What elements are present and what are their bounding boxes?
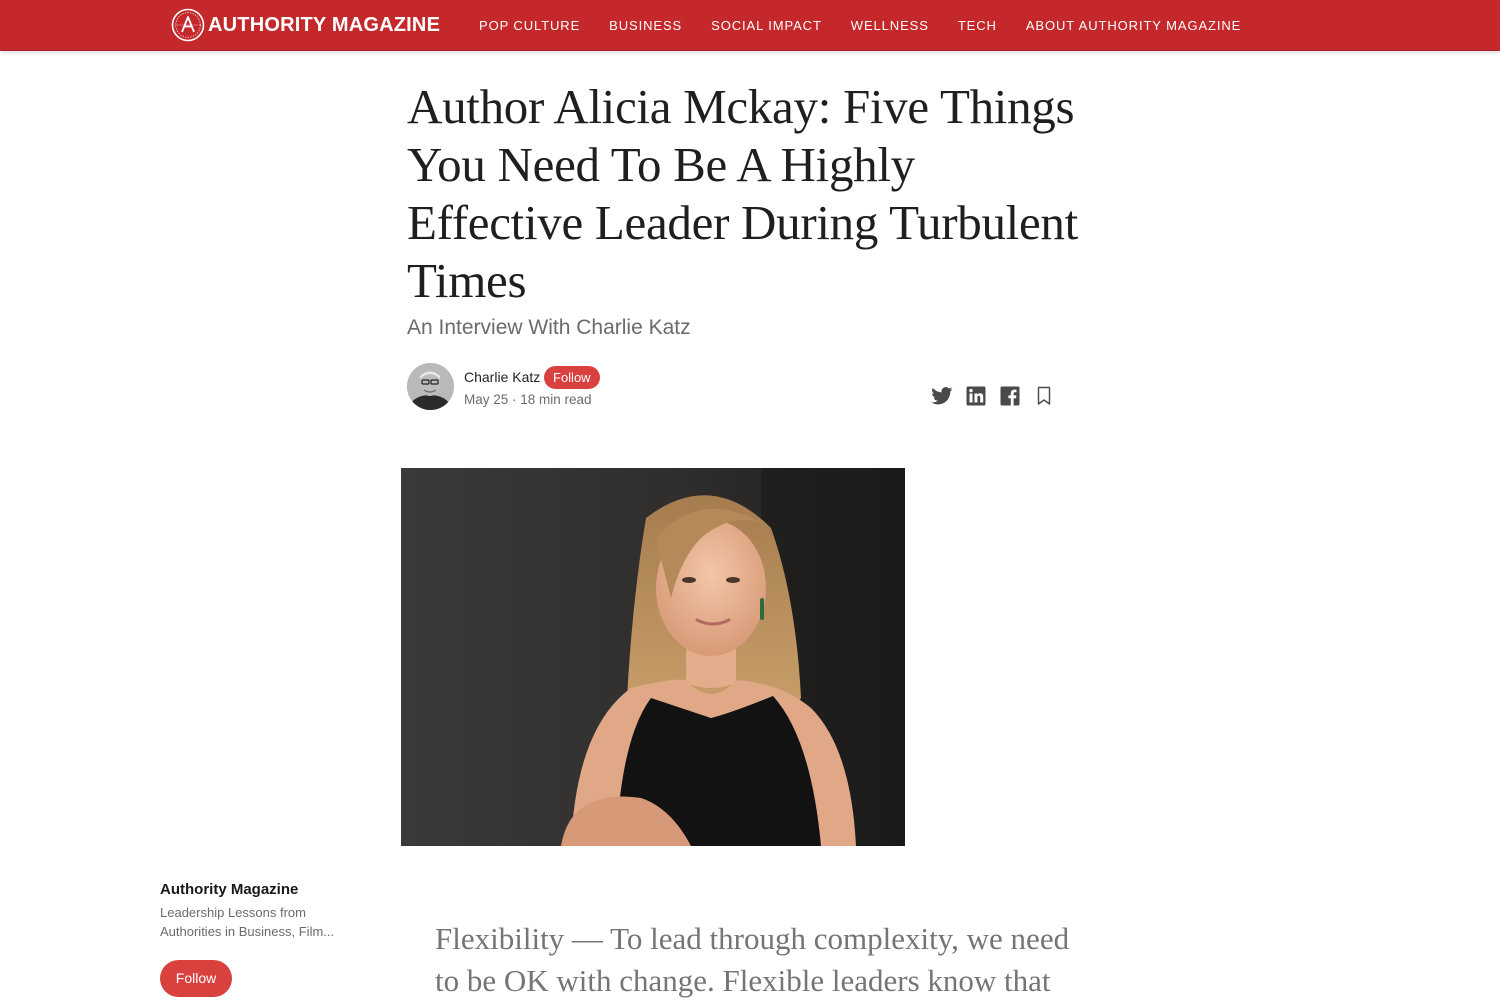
publication-card: Authority Magazine Leadership Lessons fr…: [160, 881, 360, 997]
article-meta: May 25 · 18 min read: [464, 392, 592, 407]
author-name[interactable]: Charlie Katz: [464, 369, 540, 385]
author-avatar-image: [407, 363, 454, 410]
share-toolbar: [930, 384, 1056, 408]
nav-item-wellness[interactable]: WELLNESS: [851, 18, 929, 33]
main-nav: POP CULTURE BUSINESS SOCIAL IMPACT WELLN…: [479, 0, 1270, 51]
article-hero-photo: [401, 468, 905, 846]
twitter-icon[interactable]: [930, 384, 954, 408]
follow-author-button[interactable]: Follow: [544, 366, 600, 389]
nav-item-about[interactable]: ABOUT AUTHORITY MAGAZINE: [1026, 18, 1241, 33]
nav-item-business[interactable]: BUSINESS: [609, 18, 682, 33]
authority-a-seal-icon: [171, 8, 205, 42]
nav-item-social-impact[interactable]: SOCIAL IMPACT: [711, 18, 822, 33]
nav-item-pop-culture[interactable]: POP CULTURE: [479, 18, 580, 33]
brand-name: AUTHORITY MAGAZINE: [208, 13, 441, 36]
publication-name[interactable]: Authority Magazine: [160, 881, 360, 898]
article-subtitle: An Interview With Charlie Katz: [407, 316, 691, 339]
follow-publication-button[interactable]: Follow: [160, 960, 232, 997]
top-nav-bar: AUTHORITY MAGAZINE POP CULTURE BUSINESS …: [0, 0, 1500, 51]
bookmark-icon[interactable]: [1032, 384, 1056, 408]
linkedin-icon[interactable]: [964, 384, 988, 408]
pull-quote: Flexibility — To lead through complexity…: [435, 921, 1070, 998]
article-title: Author Alicia Mckay: Five Things You Nee…: [407, 79, 1078, 308]
brand-link[interactable]: AUTHORITY MAGAZINE: [171, 8, 440, 42]
publication-description: Leadership Lessons from Authorities in B…: [160, 905, 335, 939]
nav-item-tech[interactable]: TECH: [958, 18, 997, 33]
author-avatar[interactable]: [407, 363, 454, 410]
facebook-icon[interactable]: [998, 384, 1022, 408]
